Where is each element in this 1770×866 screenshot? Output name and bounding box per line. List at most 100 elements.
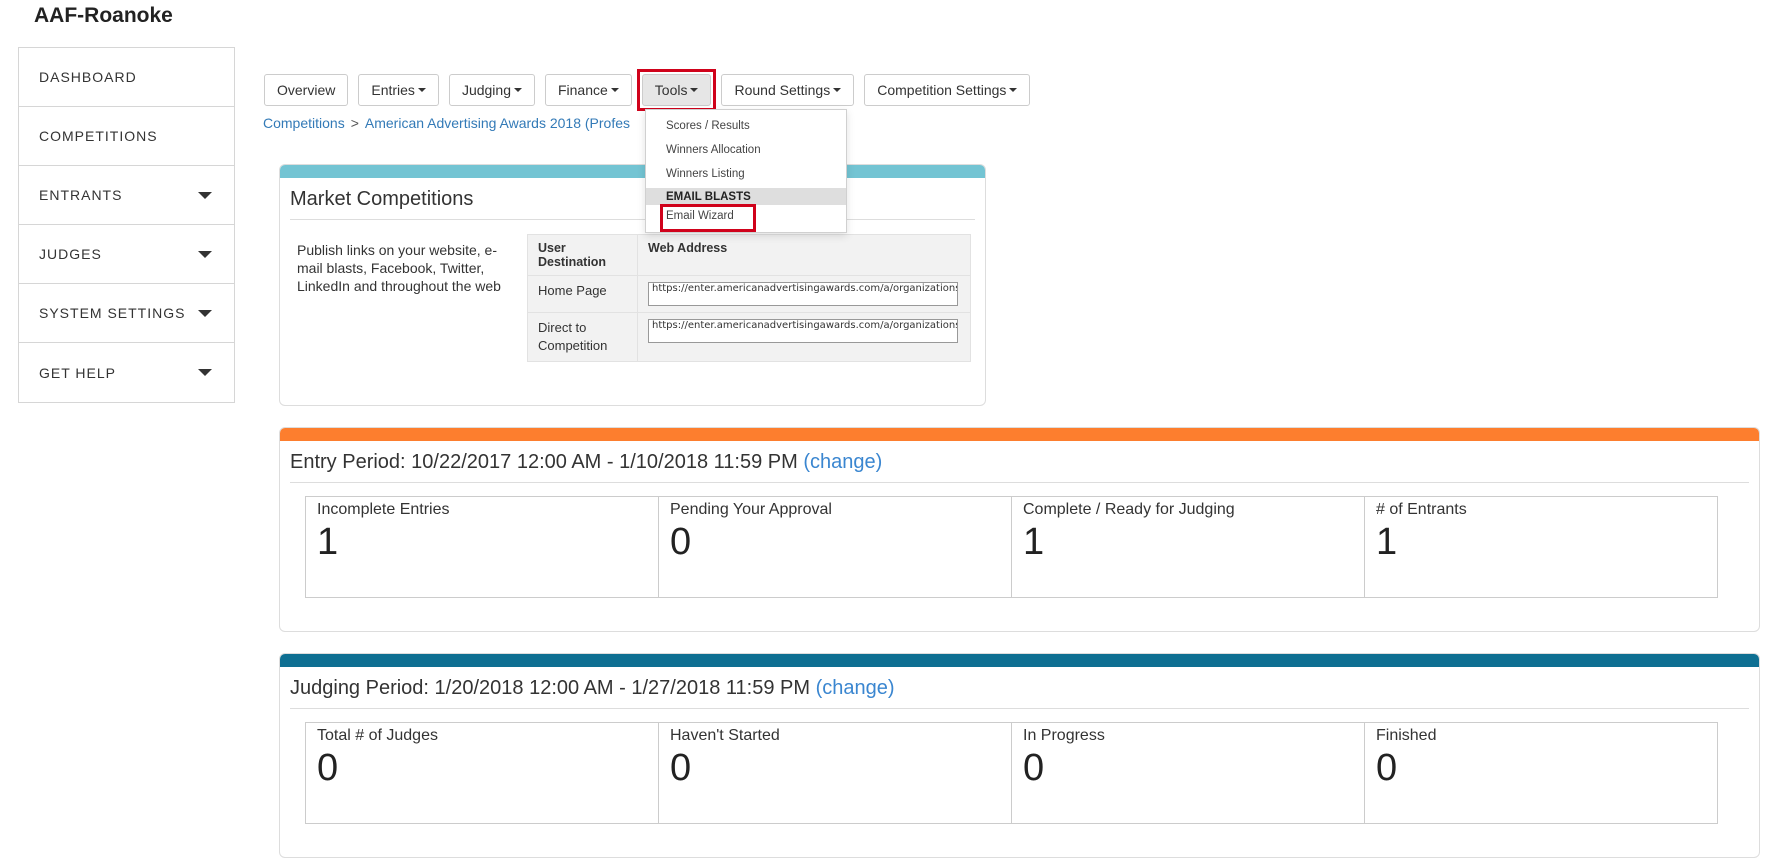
entries-label: Entries (371, 82, 415, 98)
competition-settings-label: Competition Settings (877, 82, 1007, 98)
stat-value: 1 (317, 521, 339, 563)
stat-pending-approval: Pending Your Approval 0 (659, 497, 1012, 597)
sidebar: DASHBOARD COMPETITIONS ENTRANTS JUDGES S… (18, 47, 235, 403)
finance-dropdown-button[interactable]: Finance (544, 74, 632, 106)
stat-value: 0 (317, 747, 339, 789)
menu-item-scores-results[interactable]: Scores / Results (646, 114, 846, 138)
stat-value: 0 (670, 747, 692, 789)
breadcrumb-competitions-link[interactable]: Competitions (263, 115, 345, 131)
sidebar-item-competitions[interactable]: COMPETITIONS (19, 107, 234, 166)
competition-settings-dropdown-button[interactable]: Competition Settings (864, 74, 1031, 106)
caret-down-icon (417, 88, 426, 92)
col-header-address: Web Address (637, 234, 971, 276)
stat-label: # of Entrants (1376, 501, 1467, 518)
sidebar-item-entrants[interactable]: ENTRANTS (19, 166, 234, 225)
caret-down-icon (1009, 88, 1018, 92)
table-row: Direct to Competition https://enter.amer… (527, 312, 971, 362)
entry-period-text: Entry Period: 10/22/2017 12:00 AM - 1/10… (290, 451, 798, 473)
panel-color-bar (280, 428, 1759, 441)
breadcrumb: Competitions > American Advertising Awards… (263, 115, 630, 131)
tools-label: Tools (654, 82, 688, 98)
toolbar: Overview Entries Judging Finance Tools R… (264, 69, 1031, 111)
col-header-destination: User Destination (527, 234, 638, 276)
tools-dropdown-menu: Scores / Results Winners Allocation Winn… (645, 109, 847, 233)
menu-item-email-wizard[interactable]: Email Wizard (646, 204, 846, 232)
entry-stats-grid: Incomplete Entries 1 Pending Your Approv… (305, 496, 1718, 598)
entry-period-panel: Entry Period: 10/22/2017 12:00 AM - 1/10… (279, 427, 1760, 632)
home-page-url-field[interactable]: https://enter.americanadvertisingawards.… (648, 282, 958, 306)
stat-incomplete-entries: Incomplete Entries 1 (306, 497, 659, 597)
round-settings-label: Round Settings (734, 82, 831, 98)
tools-dropdown-button[interactable]: Tools (641, 74, 712, 106)
stat-value: 1 (1376, 521, 1398, 563)
caret-down-icon (513, 88, 522, 92)
entries-dropdown-button[interactable]: Entries (358, 74, 439, 106)
judging-stats-grid: Total # of Judges 0 Haven't Started 0 In… (305, 722, 1718, 824)
sidebar-item-system-settings[interactable]: SYSTEM SETTINGS (19, 284, 234, 343)
caret-down-icon (610, 88, 619, 92)
market-description: Publish links on your website, e-mail bl… (297, 242, 501, 294)
table-row: Home Page https://enter.americanadvertis… (527, 275, 971, 313)
stat-value: 0 (670, 521, 692, 563)
tools-button-wrapper: Tools (636, 69, 717, 111)
menu-item-winners-listing[interactable]: Winners Listing (646, 162, 846, 186)
stat-label: Incomplete Entries (317, 501, 450, 518)
stat-entrants: # of Entrants 1 (1365, 497, 1717, 597)
judging-label: Judging (461, 82, 511, 98)
judging-period-change-link[interactable]: (change) (816, 677, 895, 699)
sidebar-item-label: SYSTEM SETTINGS (39, 305, 186, 321)
breadcrumb-separator: > (350, 115, 359, 131)
entry-period-title: Entry Period: 10/22/2017 12:00 AM - 1/10… (290, 441, 1749, 483)
stat-label: Complete / Ready for Judging (1023, 501, 1235, 518)
judging-period-panel: Judging Period: 1/20/2018 12:00 AM - 1/2… (279, 653, 1760, 858)
market-panel-title: Market Competitions (290, 178, 975, 220)
row-label: Home Page (527, 275, 638, 313)
stat-label: Finished (1376, 727, 1437, 744)
finance-label: Finance (557, 82, 608, 98)
panel-color-bar (280, 165, 985, 178)
stat-label: Total # of Judges (317, 727, 438, 744)
direct-competition-url-field[interactable]: https://enter.americanadvertisingawards.… (648, 319, 958, 343)
stat-label: Haven't Started (670, 727, 780, 744)
judging-dropdown-button[interactable]: Judging (448, 74, 535, 106)
stat-havent-started: Haven't Started 0 (659, 723, 1012, 823)
stat-value: 0 (1376, 747, 1398, 789)
market-title-text: Market Competitions (290, 188, 474, 210)
org-title: AAF-Roanoke (34, 4, 173, 27)
row-url-cell: https://enter.americanadvertisingawards.… (637, 312, 971, 362)
caret-down-icon (198, 191, 212, 199)
entry-period-change-link[interactable]: (change) (803, 451, 882, 473)
email-wizard-label: Email Wizard (666, 210, 734, 222)
sidebar-item-get-help[interactable]: GET HELP (19, 343, 234, 402)
judging-period-text: Judging Period: 1/20/2018 12:00 AM - 1/2… (290, 677, 810, 699)
sidebar-item-label: COMPETITIONS (39, 128, 158, 144)
url-table: User Destination Web Address Home Page h… (527, 234, 971, 362)
row-url-cell: https://enter.americanadvertisingawards.… (637, 275, 971, 313)
stat-complete-ready: Complete / Ready for Judging 1 (1012, 497, 1365, 597)
menu-header-email-blasts: EMAIL BLASTS (646, 188, 846, 205)
caret-down-icon (198, 250, 212, 258)
row-label: Direct to Competition (527, 312, 638, 362)
stat-label: In Progress (1023, 727, 1105, 744)
caret-down-icon (198, 309, 212, 317)
stat-total-judges: Total # of Judges 0 (306, 723, 659, 823)
stat-value: 0 (1023, 747, 1045, 789)
sidebar-item-label: JUDGES (39, 246, 102, 262)
caret-down-icon (198, 369, 212, 376)
overview-button[interactable]: Overview (264, 74, 349, 106)
caret-down-icon (833, 88, 842, 92)
sidebar-item-label: ENTRANTS (39, 187, 123, 203)
stat-value: 1 (1023, 521, 1045, 563)
round-settings-dropdown-button[interactable]: Round Settings (721, 74, 855, 106)
breadcrumb-current[interactable]: American Advertising Awards 2018 (Profes (365, 115, 630, 131)
stat-in-progress: In Progress 0 (1012, 723, 1365, 823)
panel-color-bar (280, 654, 1759, 667)
menu-item-winners-allocation[interactable]: Winners Allocation (646, 138, 846, 162)
sidebar-item-label: DASHBOARD (39, 69, 137, 85)
caret-down-icon (690, 88, 699, 92)
stat-label: Pending Your Approval (670, 501, 832, 518)
sidebar-item-dashboard[interactable]: DASHBOARD (19, 48, 234, 107)
judging-period-title: Judging Period: 1/20/2018 12:00 AM - 1/2… (290, 667, 1749, 709)
sidebar-item-judges[interactable]: JUDGES (19, 225, 234, 284)
overview-label: Overview (277, 82, 336, 98)
